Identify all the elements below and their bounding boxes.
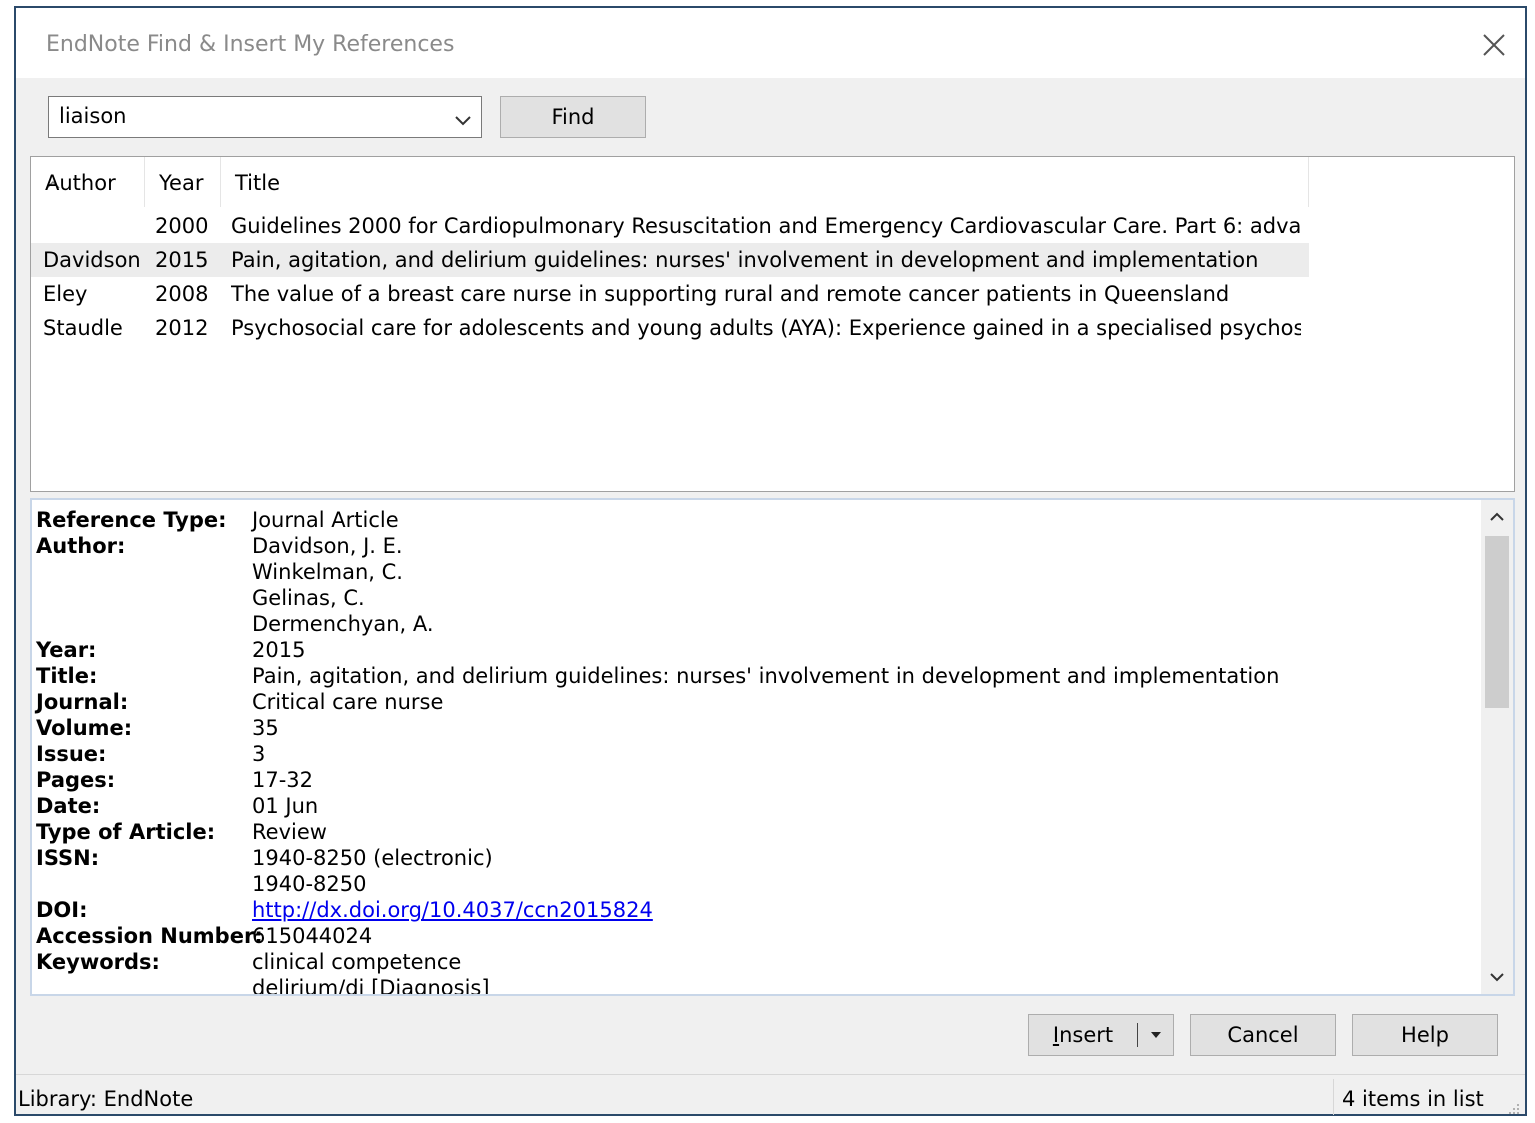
item-count: 4 items in list	[1342, 1087, 1484, 1111]
field-label: Issue:	[36, 742, 107, 766]
status-divider	[1333, 1079, 1334, 1115]
field-value: 17-32	[252, 768, 314, 792]
field-value: delirium/di [Diagnosis]	[252, 976, 490, 996]
cell-title: Pain, agitation, and delirium guidelines…	[231, 248, 1259, 272]
search-bar: liaison Find	[16, 78, 1525, 156]
field-label: Date:	[36, 794, 101, 818]
cell-year: 2015	[155, 248, 209, 272]
field-label: Year:	[36, 638, 97, 662]
field-label: DOI:	[36, 898, 88, 922]
column-header-year[interactable]: Year	[145, 157, 221, 207]
table-row[interactable]: Staudle 2012 Psychosocial care for adole…	[31, 311, 1309, 345]
table-row-selected[interactable]: Davidson 2015 Pain, agitation, and delir…	[31, 243, 1309, 277]
results-list: Author Year Title 2000 Guidelines 2000 f…	[30, 156, 1515, 492]
field-value: 3	[252, 742, 266, 766]
dialog-window: EndNote Find & Insert My References liai…	[14, 6, 1527, 1116]
reference-detail-pane[interactable]: Reference Type: Journal Article Author: …	[30, 498, 1515, 996]
field-label: Author:	[36, 534, 126, 558]
field-value: Journal Article	[252, 508, 399, 532]
cell-author: Davidson	[43, 248, 141, 272]
library-status: Library: EndNote	[18, 1087, 194, 1111]
field-value: Davidson, J. E.	[252, 534, 403, 558]
caret-down-icon[interactable]	[1139, 1015, 1173, 1055]
field-value: 01 Jun	[252, 794, 319, 818]
cancel-button[interactable]: Cancel	[1190, 1014, 1336, 1056]
cell-title: The value of a breast care nurse in supp…	[231, 282, 1230, 306]
resize-grip-icon[interactable]	[1505, 1097, 1521, 1114]
cell-year: 2008	[155, 282, 209, 306]
split-divider	[1137, 1023, 1138, 1047]
window-title: EndNote Find & Insert My References	[46, 32, 455, 57]
field-label: Reference Type:	[36, 508, 227, 532]
field-value: clinical competence	[252, 950, 462, 974]
cell-year: 2000	[155, 214, 209, 238]
field-value: 1940-8250	[252, 872, 367, 896]
column-header-label: Title	[235, 171, 281, 195]
insert-label: nsert	[1059, 1023, 1114, 1047]
doi-link[interactable]: http://dx.doi.org/10.4037/ccn2015824	[252, 898, 653, 922]
cell-title: Psychosocial care for adolescents and yo…	[231, 316, 1301, 340]
field-value: 615044024	[252, 924, 373, 948]
field-value: Review	[252, 820, 327, 844]
close-icon[interactable]	[1477, 28, 1511, 62]
field-value: 1940-8250 (electronic)	[252, 846, 493, 870]
vertical-scrollbar[interactable]	[1481, 500, 1513, 994]
column-header-author[interactable]: Author	[31, 157, 145, 207]
search-input[interactable]: liaison	[59, 104, 126, 128]
field-value: Dermenchyan, A.	[252, 612, 434, 636]
scrollbar-thumb[interactable]	[1485, 536, 1509, 708]
insert-button[interactable]: Insert	[1028, 1014, 1174, 1056]
field-label: Keywords:	[36, 950, 160, 974]
field-label: Type of Article:	[36, 820, 216, 844]
cell-author: Staudle	[43, 316, 123, 340]
column-header-label: Year	[159, 171, 204, 195]
cell-title: Guidelines 2000 for Cardiopulmonary Resu…	[231, 214, 1301, 238]
insert-action[interactable]: Insert	[1029, 1015, 1137, 1055]
field-label: Title:	[36, 664, 98, 688]
chevron-down-icon[interactable]	[453, 109, 473, 126]
field-value: Winkelman, C.	[252, 560, 403, 584]
chevron-down-icon[interactable]	[1481, 960, 1513, 994]
find-button[interactable]: Find	[500, 96, 646, 138]
table-row[interactable]: Eley 2008 The value of a breast care nur…	[31, 277, 1309, 311]
table-row[interactable]: 2000 Guidelines 2000 for Cardiopulmonary…	[31, 209, 1309, 243]
cell-author: Eley	[43, 282, 88, 306]
field-value: Pain, agitation, and delirium guidelines…	[252, 664, 1280, 688]
cell-year: 2012	[155, 316, 209, 340]
field-label: Volume:	[36, 716, 133, 740]
status-bar: Library: EndNote 4 items in list	[16, 1074, 1525, 1117]
field-label: ISSN:	[36, 846, 100, 870]
field-value: 2015	[252, 638, 306, 662]
field-label: Pages:	[36, 768, 116, 792]
field-value: Critical care nurse	[252, 690, 444, 714]
field-value: Gelinas, C.	[252, 586, 365, 610]
field-value: 35	[252, 716, 279, 740]
field-label: Accession Number:	[36, 924, 263, 948]
chevron-up-icon[interactable]	[1481, 500, 1513, 534]
help-button[interactable]: Help	[1352, 1014, 1498, 1056]
column-header-title[interactable]: Title	[221, 157, 1309, 207]
column-header-label: Author	[45, 171, 116, 195]
field-label: Journal:	[36, 690, 129, 714]
title-bar: EndNote Find & Insert My References	[16, 8, 1525, 78]
search-combobox[interactable]: liaison	[48, 96, 482, 138]
